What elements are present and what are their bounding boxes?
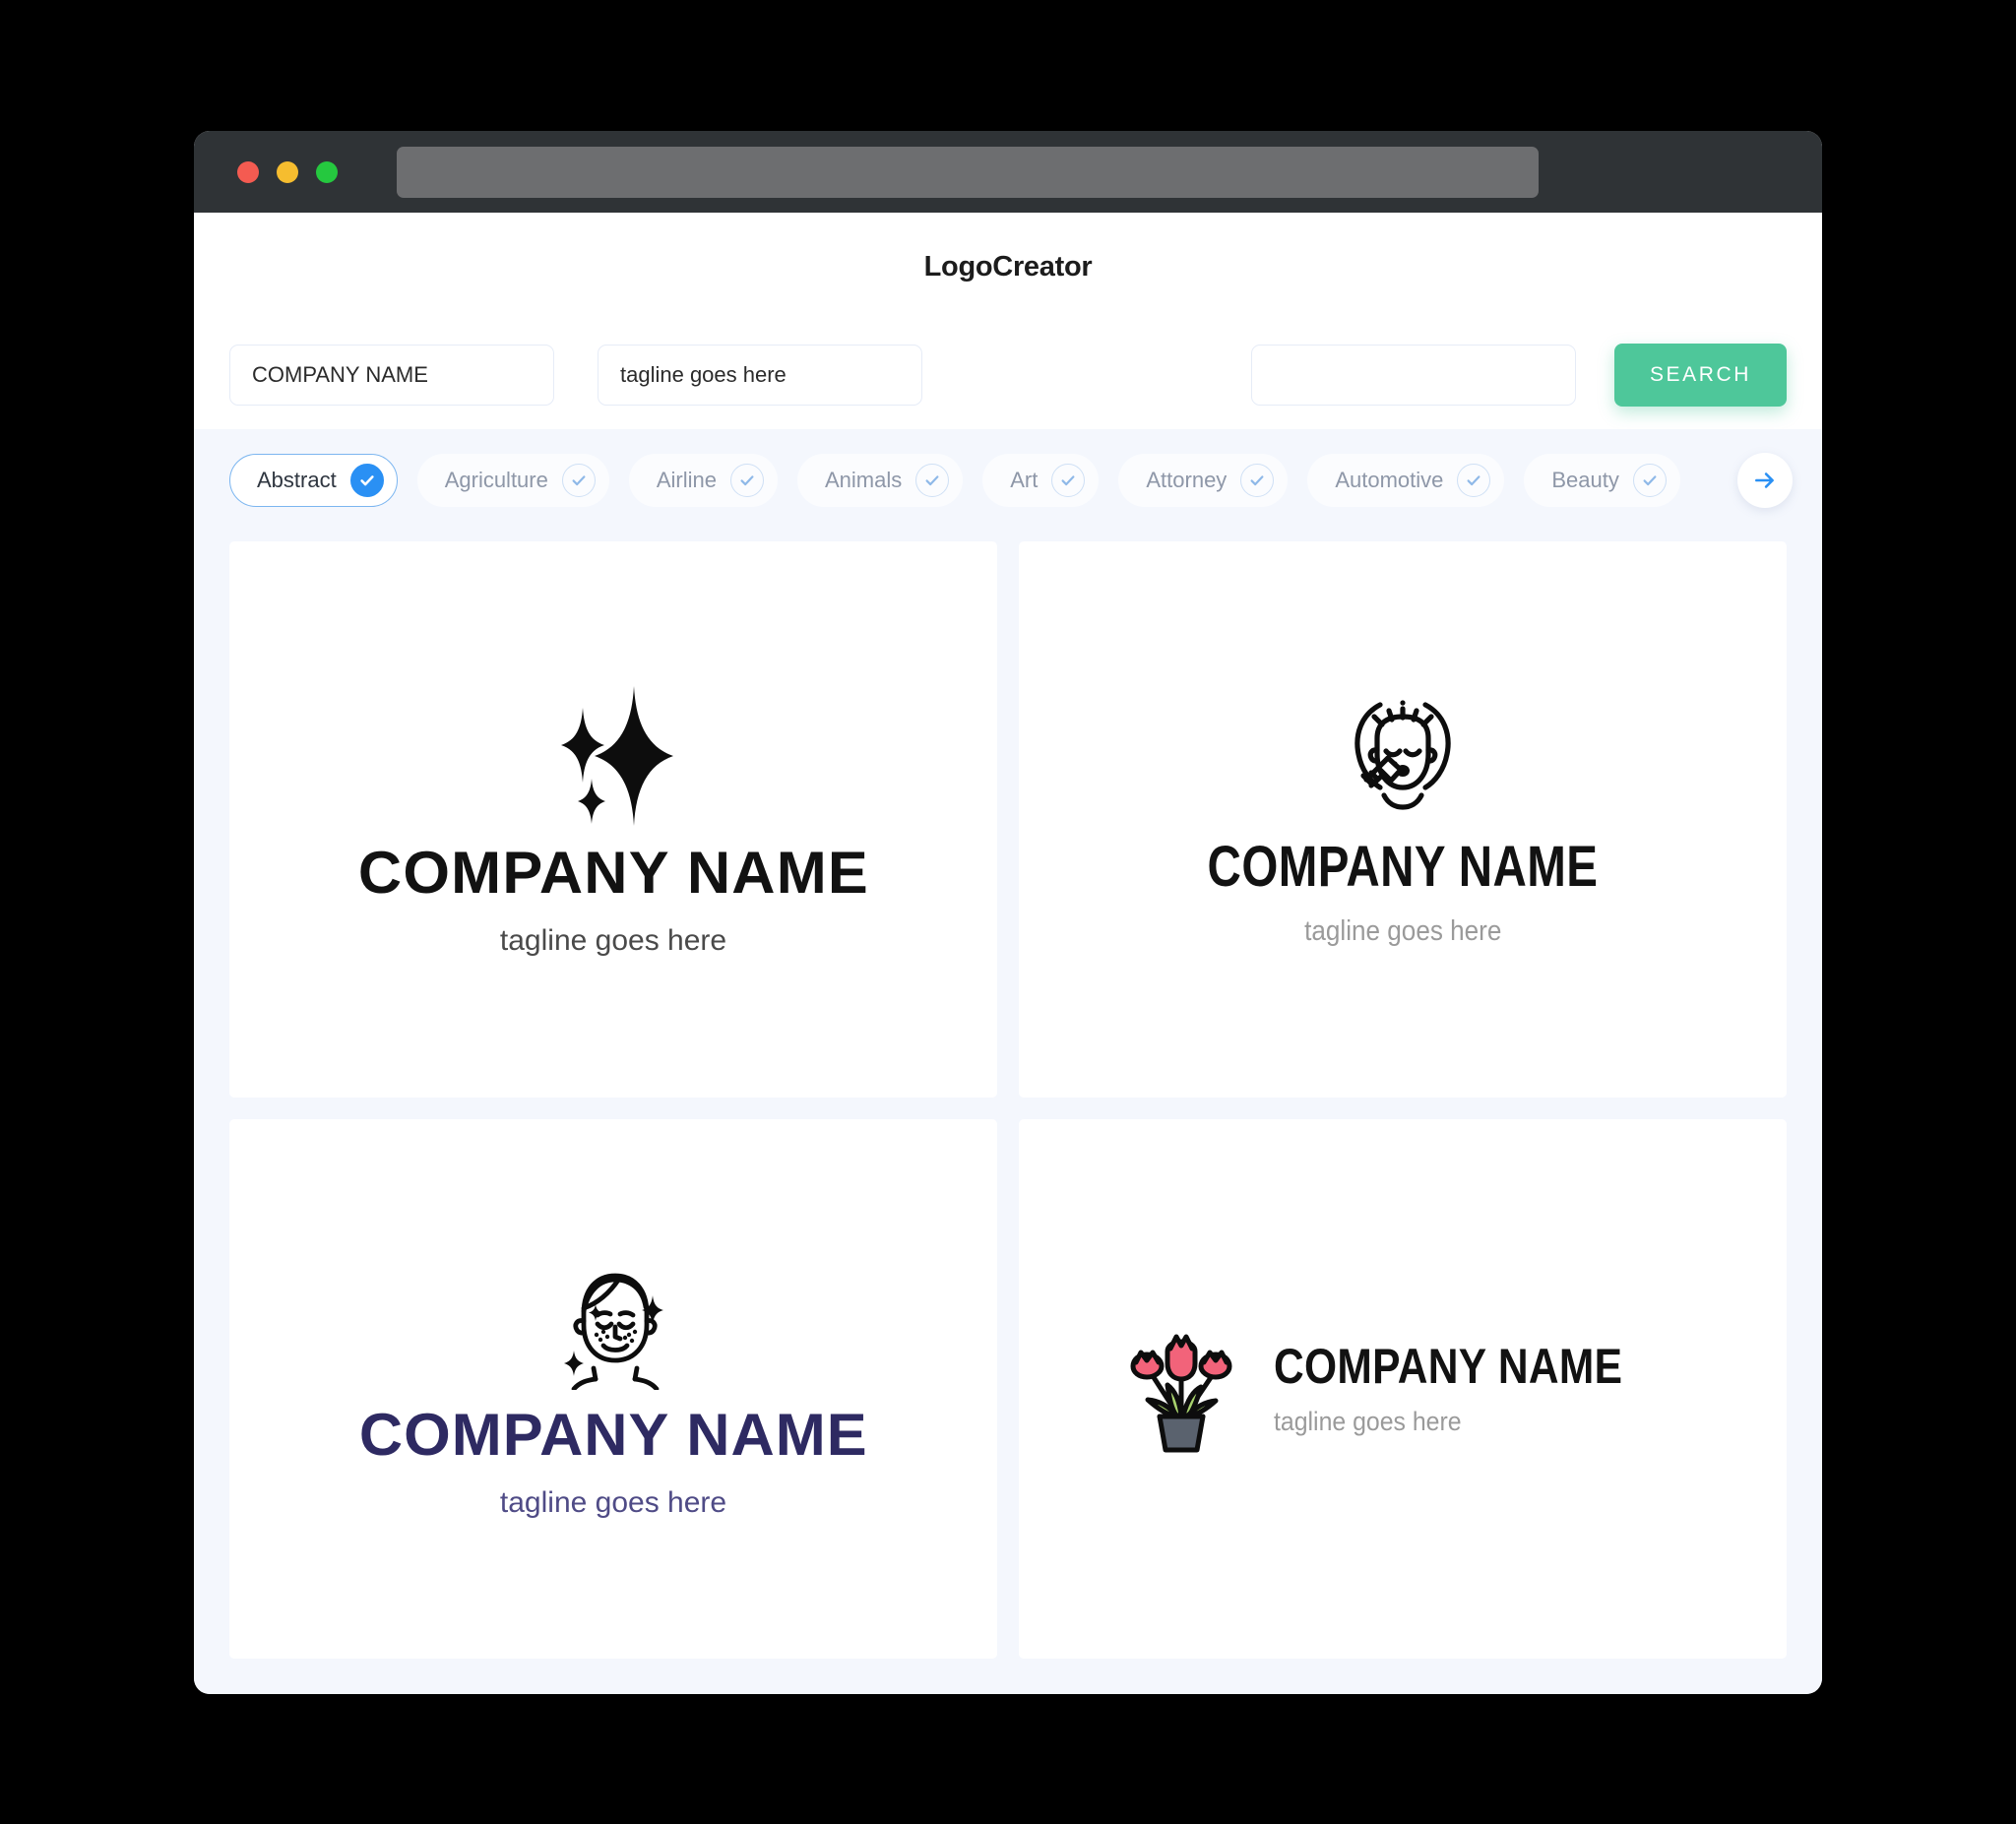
logo-company-name: COMPANY NAME xyxy=(1207,834,1599,899)
logo-tagline: tagline goes here xyxy=(499,924,727,958)
logo-company-name: COMPANY NAME xyxy=(357,840,869,907)
logo-tagline: tagline goes here xyxy=(499,1485,727,1519)
category-chip-label: Automotive xyxy=(1335,468,1444,492)
check-icon xyxy=(915,464,950,497)
app-header: LogoCreator xyxy=(194,213,1822,321)
category-chip-label: Attorney xyxy=(1146,468,1228,492)
category-chip-beauty[interactable]: Beauty xyxy=(1524,454,1680,507)
category-chip-list[interactable]: Abstract Agriculture Airline Animals Art… xyxy=(194,429,1822,532)
close-window-button[interactable] xyxy=(237,160,259,183)
check-icon xyxy=(1632,464,1667,497)
url-bar[interactable] xyxy=(397,146,1539,198)
category-chip-automotive[interactable]: Automotive xyxy=(1307,454,1505,507)
category-chip-agriculture[interactable]: Agriculture xyxy=(416,454,609,507)
category-chip-art[interactable]: Art xyxy=(982,454,1100,507)
check-icon xyxy=(349,464,384,497)
logo-card[interactable]: COMPANY NAME tagline goes here xyxy=(1019,541,1787,1098)
potted-tulips-icon xyxy=(1130,1334,1232,1453)
category-chip-label: Agriculture xyxy=(444,468,548,492)
check-icon xyxy=(1240,464,1275,497)
tagline-input[interactable] xyxy=(598,345,922,406)
check-icon xyxy=(561,464,596,497)
keyword-input[interactable] xyxy=(1251,345,1576,406)
logo-card[interactable]: COMPANY NAME tagline goes here xyxy=(229,1118,997,1659)
check-icon xyxy=(730,464,764,497)
company-name-input[interactable] xyxy=(229,345,554,406)
browser-titlebar xyxy=(194,131,1822,213)
category-chip-abstract[interactable]: Abstract xyxy=(229,454,398,507)
freckled-face-sparkles-icon xyxy=(563,1273,663,1390)
category-chip-label: Beauty xyxy=(1551,468,1619,492)
category-chip-label: Animals xyxy=(825,468,903,492)
face-with-syringe-icon xyxy=(1354,700,1451,810)
sparkle-stars-icon xyxy=(561,686,673,827)
maximize-window-button[interactable] xyxy=(316,160,338,183)
logo-tagline: tagline goes here xyxy=(1273,1407,1462,1437)
logo-card[interactable]: COMPANY NAME tagline goes here xyxy=(229,541,997,1098)
logo-company-name: COMPANY NAME xyxy=(358,1401,868,1468)
category-filter-bar: Abstract Agriculture Airline Animals Art… xyxy=(194,429,1822,532)
search-button[interactable]: SEARCH xyxy=(1614,344,1787,407)
category-chip-label: Art xyxy=(1010,468,1039,492)
logo-company-name: COMPANY NAME xyxy=(1273,1339,1622,1395)
category-chip-animals[interactable]: Animals xyxy=(797,454,964,507)
category-chip-label: Airline xyxy=(656,468,717,492)
arrow-right-icon[interactable] xyxy=(1737,453,1793,508)
traffic-lights xyxy=(237,160,338,183)
check-icon xyxy=(1457,464,1491,497)
category-chip-airline[interactable]: Airline xyxy=(628,454,778,507)
search-toolbar: SEARCH xyxy=(194,321,1822,429)
logo-card[interactable]: COMPANY NAME tagline goes here xyxy=(1019,1118,1787,1659)
logo-tagline: tagline goes here xyxy=(1303,914,1502,947)
browser-window: LogoCreator SEARCH Abstract Agriculture xyxy=(194,131,1822,1694)
logo-results-grid: COMPANY NAME tagline goes here COMPANY N… xyxy=(194,532,1822,1694)
category-chip-attorney[interactable]: Attorney xyxy=(1118,454,1289,507)
minimize-window-button[interactable] xyxy=(277,160,298,183)
check-icon xyxy=(1051,464,1086,497)
page-title: LogoCreator xyxy=(923,250,1093,283)
category-chip-label: Abstract xyxy=(257,468,337,492)
